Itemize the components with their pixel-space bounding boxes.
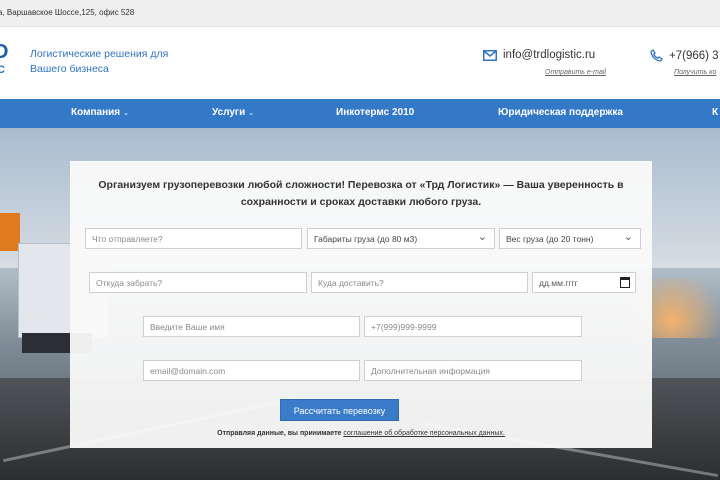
nav-item-incoterms[interactable]: Инкотермс 2010 xyxy=(336,107,414,118)
company-tagline: Логистические решения для Вашего бизнеса xyxy=(30,48,169,75)
phone-input[interactable]: +7(999)999-9999 xyxy=(364,316,582,337)
cargo-input[interactable]: Что отправляете? xyxy=(85,228,302,249)
consent-notice: Отправляя данные, вы принимаете соглашен… xyxy=(70,430,652,437)
date-input[interactable]: дд.мм.гггг xyxy=(532,272,636,293)
additional-info-input[interactable]: Дополнительная информация xyxy=(364,360,582,381)
calculate-shipping-button[interactable]: Рассчитать перевозку xyxy=(280,399,399,421)
nav-item-legal-support[interactable]: Юридическая поддержка xyxy=(498,107,623,118)
date-placeholder: дд.мм.гггг xyxy=(539,278,578,288)
chevron-down-icon: ⌄ xyxy=(248,110,255,117)
hero-orange-object xyxy=(0,213,20,251)
pickup-location-input[interactable]: Откуда забрать? xyxy=(89,272,307,293)
dimensions-select[interactable]: Габариты груза (до 80 м3) xyxy=(307,228,495,249)
nav-item-contacts[interactable]: К xyxy=(712,107,718,118)
calendar-icon[interactable] xyxy=(620,277,630,288)
nav-item-services[interactable]: Услуги ⌄ xyxy=(212,107,254,118)
logo-text-top: D xyxy=(0,41,9,63)
company-logo[interactable]: D IC xyxy=(0,41,18,85)
name-input[interactable]: Введите Ваше имя xyxy=(143,316,360,337)
main-navigation: Компания ⌄ Услуги ⌄ Инкотермс 2010 Юридиче… xyxy=(0,99,720,128)
office-address: а, Варшавское Шоссе,125, офис 528 xyxy=(0,8,135,17)
logo-text-bottom: IC xyxy=(0,64,5,76)
nav-item-company[interactable]: Компания ⌄ xyxy=(71,107,129,118)
chevron-down-icon: ⌄ xyxy=(123,110,129,117)
consent-text: Отправляя данные, вы принимаете xyxy=(217,430,342,437)
site-header: D IC Логистические решения для Вашего би… xyxy=(0,27,720,99)
envelope-icon xyxy=(483,49,497,61)
email-input[interactable]: email@domain.com xyxy=(143,360,360,381)
get-consultation-link[interactable]: Получить ко xyxy=(674,69,716,76)
form-heading: Организуем грузоперевозки любой сложност… xyxy=(98,179,624,208)
top-info-bar: а, Варшавское Шоссе,125, офис 528 xyxy=(0,0,720,27)
weight-select[interactable]: Вес груза (до 20 тонн) xyxy=(499,228,641,249)
phone-contact: +7(966) 3 Получить ко xyxy=(650,49,719,76)
delivery-location-input[interactable]: Куда доставить? xyxy=(311,272,528,293)
email-address[interactable]: info@trdlogistic.ru xyxy=(503,49,595,61)
email-contact: info@trdlogistic.ru Отправить e-mail xyxy=(483,49,606,76)
privacy-agreement-link[interactable]: соглашение об обработке персональных дан… xyxy=(343,430,505,437)
phone-number[interactable]: +7(966) 3 xyxy=(669,50,719,62)
send-email-link[interactable]: Отправить e-mail xyxy=(545,69,606,76)
phone-icon xyxy=(650,49,663,62)
